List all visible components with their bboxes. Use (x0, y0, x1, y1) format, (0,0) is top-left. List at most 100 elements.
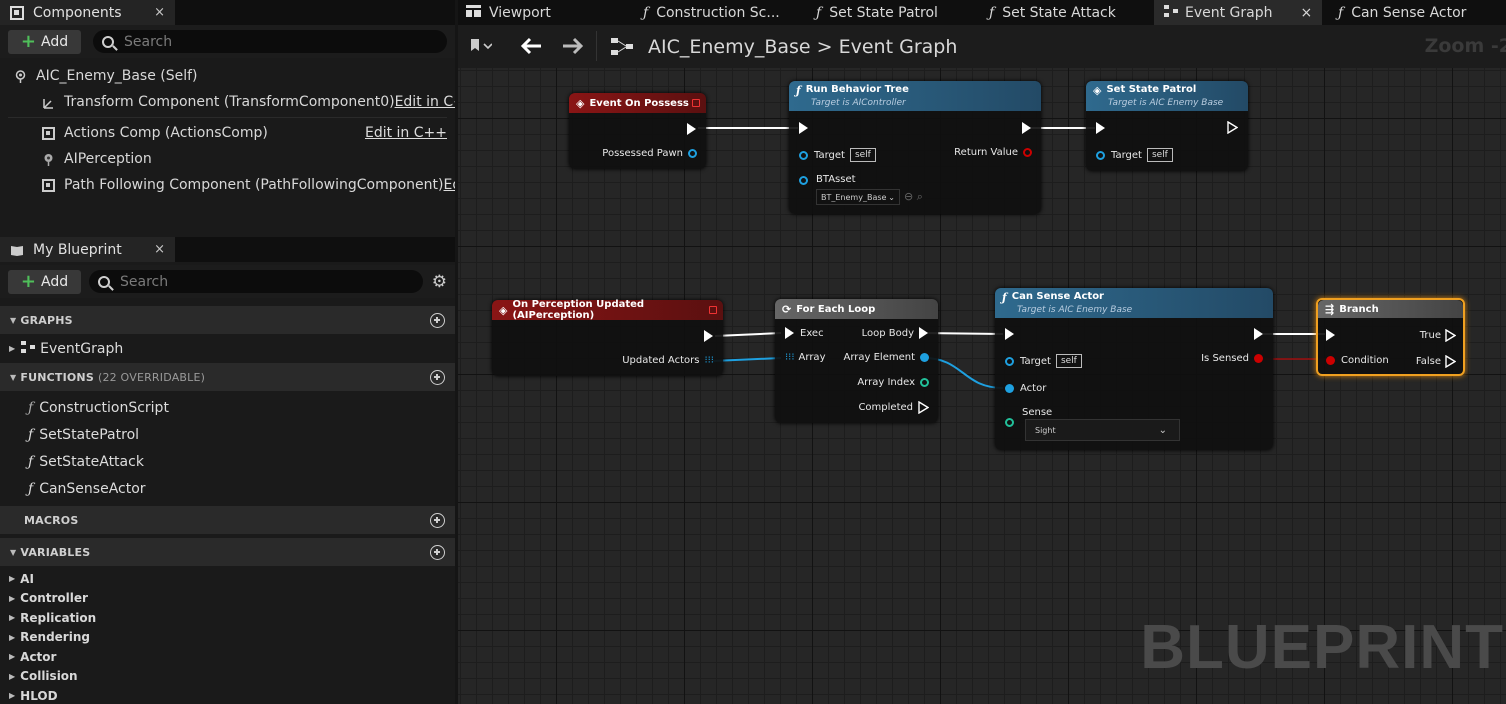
exec-wire (714, 332, 782, 337)
object-pin-icon (1096, 150, 1105, 160)
exec-pin-icon (1022, 122, 1031, 134)
variable-category[interactable]: ▶ HLOD (0, 686, 455, 704)
function-item[interactable]: ƒ SetStatePatrol (0, 421, 455, 448)
graphs-section-header[interactable]: ▼ GRAPHS (0, 306, 455, 334)
variable-category[interactable]: ▶ Controller (0, 589, 455, 609)
pin-label: False (1415, 356, 1441, 367)
add-component-button[interactable]: + Add (8, 29, 81, 54)
is-sensed-pin[interactable]: Is Sensed (1201, 353, 1263, 364)
node-branch[interactable]: ⇶ Branch Condition True False (1316, 298, 1465, 376)
close-icon[interactable]: × (154, 5, 165, 20)
edit-in-cpp-link[interactable]: Edit in C++ (365, 125, 447, 141)
exec-out-pin[interactable] (687, 123, 696, 135)
component-item[interactable]: Path Following Component (PathFollowingC… (0, 172, 455, 198)
graph-item-eventgraph[interactable]: ▶ EventGraph (0, 334, 455, 363)
node-set-state-patrol[interactable]: ◈ Set State Patrol Target is AIC Enemy Bas… (1086, 81, 1248, 171)
btasset-pin[interactable]: BTAsset (799, 174, 856, 185)
variable-category[interactable]: ▶ Actor (0, 647, 455, 667)
delegate-pin[interactable] (692, 99, 700, 107)
add-variable-icon[interactable] (430, 544, 445, 560)
exec-out-pin[interactable] (1227, 121, 1238, 134)
false-pin[interactable]: False (1416, 355, 1456, 368)
component-item[interactable]: AIPerception (0, 146, 455, 172)
exec-out-pin[interactable] (1022, 122, 1031, 134)
functions-overridable-count: (22 OVERRIDABLE) (97, 370, 206, 384)
btasset-dropdown[interactable]: BT_Enemy_Base ⌄ (816, 189, 900, 205)
exec-in-pin[interactable] (1326, 329, 1335, 341)
components-tab[interactable]: Components × (0, 0, 175, 25)
component-item[interactable]: Actions Comp (ActionsComp) Edit in C++ (0, 120, 455, 146)
functions-section-header[interactable]: ▼ FUNCTIONS (22 OVERRIDABLE) (0, 363, 455, 391)
node-for-each-loop[interactable]: ⟳ For Each Loop Exec ⁝⁝⁝ Array Loop Body A… (775, 299, 938, 423)
node-run-behavior-tree[interactable]: ƒ Run Behavior Tree Target is AIController… (789, 81, 1041, 214)
object-pin-icon (920, 353, 929, 362)
self-value[interactable]: self (1146, 148, 1173, 162)
exec-pin-icon (1254, 328, 1263, 340)
sense-label: Sense (1022, 407, 1053, 418)
pin-label: Return Value (954, 147, 1018, 158)
delegate-pin[interactable] (709, 306, 717, 314)
exec-out-pin[interactable] (704, 330, 713, 342)
chevron-down-icon: ⌄ (1158, 424, 1167, 436)
target-pin[interactable]: Target self (1096, 148, 1173, 162)
exec-in-pin[interactable] (1096, 122, 1105, 134)
node-event-on-possess[interactable]: ◈ Event On Possess Possessed Pawn (569, 93, 706, 169)
event-graph-canvas[interactable]: Viewport ƒ Construction Sc... ƒ Set State … (458, 0, 1506, 704)
updated-actors-pin[interactable]: Updated Actors ⁝⁝⁝ (622, 355, 714, 366)
completed-pin[interactable]: Completed (858, 401, 929, 414)
edit-in-cpp-link[interactable]: Edit in C++ (395, 94, 455, 110)
blueprint-search-input[interactable]: Search (89, 270, 423, 293)
function-item[interactable]: ƒ CanSenseActor (0, 475, 455, 502)
target-pin[interactable]: Target self (1005, 354, 1082, 368)
components-search-input[interactable]: Search (93, 30, 447, 53)
pin-label: Target (1020, 355, 1051, 367)
exec-in-pin[interactable]: Exec (785, 327, 824, 339)
exec-in-pin[interactable] (1005, 328, 1014, 340)
variables-section-header[interactable]: ▼ VARIABLES (0, 538, 455, 566)
close-icon[interactable]: × (154, 242, 165, 257)
browse-icon[interactable]: ⊖ ⌕ (904, 190, 923, 204)
return-value-pin[interactable]: Return Value (954, 147, 1032, 158)
add-function-icon[interactable] (430, 369, 445, 385)
variable-category[interactable]: ▶ Replication (0, 608, 455, 628)
sense-dropdown[interactable]: Sight ⌄ (1025, 419, 1180, 441)
bool-pin-icon (1023, 148, 1032, 157)
gear-icon[interactable]: ⚙ (432, 272, 447, 292)
function-label: SetStateAttack (39, 453, 144, 470)
sense-pin[interactable] (1005, 418, 1014, 427)
actor-pin[interactable]: Actor (1005, 383, 1046, 394)
my-blueprint-tab[interactable]: My Blueprint × (0, 237, 175, 262)
search-icon (102, 35, 114, 48)
pin-label: Target (1111, 149, 1142, 161)
variable-category[interactable]: ▶ Rendering (0, 628, 455, 648)
exec-pin-outline-icon (1445, 329, 1456, 342)
exec-out-pin[interactable] (1254, 328, 1263, 340)
target-pin[interactable]: Target self (799, 148, 876, 162)
node-can-sense-actor[interactable]: ƒ Can Sense Actor Target is AIC Enemy Base… (995, 288, 1273, 450)
self-value[interactable]: self (849, 148, 876, 162)
loop-body-pin[interactable]: Loop Body (862, 327, 928, 339)
variable-category[interactable]: ▶ Collision (0, 667, 455, 687)
condition-pin[interactable]: Condition (1326, 355, 1389, 366)
true-pin[interactable]: True (1420, 329, 1456, 342)
component-root[interactable]: AIC_Enemy_Base (Self) (0, 63, 455, 89)
macros-section-header[interactable]: MACROS (0, 506, 455, 534)
edit-link[interactable]: Edit (443, 177, 455, 193)
exec-in-pin[interactable] (799, 122, 808, 134)
add-member-button[interactable]: + Add (8, 269, 81, 294)
array-index-pin[interactable]: Array Index (857, 377, 929, 388)
add-macro-icon[interactable] (430, 512, 445, 528)
possessed-pawn-pin[interactable]: Possessed Pawn (602, 148, 697, 159)
object-pin-icon (799, 150, 808, 160)
node-on-perception-updated[interactable]: ◈ On Perception Updated (AIPerception) Up… (492, 299, 723, 376)
expand-icon: ▶ (9, 691, 16, 701)
function-item[interactable]: ƒ SetStateAttack (0, 448, 455, 475)
array-in-pin[interactable]: ⁝⁝⁝ Array (785, 352, 825, 363)
function-item[interactable]: ƒ ConstructionScript (0, 394, 455, 421)
add-graph-icon[interactable] (430, 312, 445, 328)
component-item[interactable]: Transform Component (TransformComponent0… (0, 89, 455, 115)
self-value[interactable]: self (1055, 354, 1082, 368)
variable-category[interactable]: ▶ AI (0, 569, 455, 589)
exec-pin-icon (785, 327, 794, 339)
array-element-pin[interactable]: Array Element (843, 352, 929, 363)
